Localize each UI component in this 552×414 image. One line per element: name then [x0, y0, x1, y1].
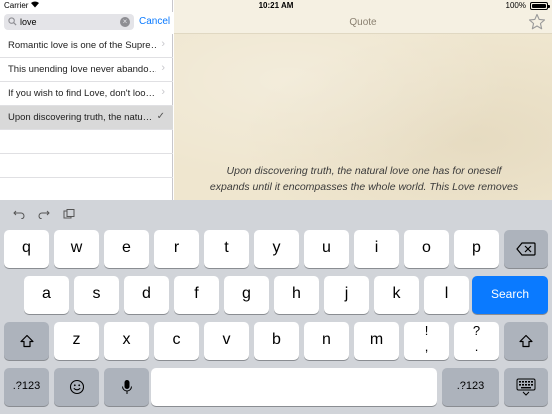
microphone-icon	[121, 380, 132, 394]
key-c[interactable]: c	[154, 322, 199, 360]
shift-key-right[interactable]	[504, 322, 548, 360]
shift-icon	[19, 334, 34, 348]
list-item-label: This unending love never abando…	[8, 64, 156, 75]
key-bottom-label: ,	[424, 339, 429, 354]
keyboard-dismiss-icon	[516, 378, 536, 396]
list-item-label: Upon discovering truth, the natu…	[8, 112, 153, 123]
quote-line: expands until it encompasses the whole w…	[209, 181, 519, 193]
key-w[interactable]: w	[54, 230, 99, 268]
search-input[interactable]	[20, 14, 120, 30]
search-key[interactable]: Search	[472, 276, 548, 314]
dictation-key[interactable]	[104, 368, 149, 406]
results-list: Romantic love is one of the Supre… › Thi…	[0, 34, 173, 178]
chevron-right-icon: ›	[161, 86, 165, 98]
backspace-icon	[516, 242, 536, 256]
key-top-label: !	[424, 323, 429, 338]
paste-icon[interactable]	[63, 209, 75, 219]
key-b[interactable]: b	[254, 322, 299, 360]
numbers-key-right[interactable]: .?123	[442, 368, 499, 406]
shift-key-left[interactable]	[4, 322, 49, 360]
key-z[interactable]: z	[54, 322, 99, 360]
key-i[interactable]: i	[354, 230, 399, 268]
chevron-right-icon: ›	[161, 38, 165, 50]
clock: 10:21 AM	[258, 1, 294, 10]
search-icon	[8, 17, 17, 26]
list-item-selected[interactable]: Upon discovering truth, the natu… ✓	[0, 106, 173, 130]
battery-icon	[530, 2, 550, 10]
key-v[interactable]: v	[204, 322, 249, 360]
key-t[interactable]: t	[204, 230, 249, 268]
chevron-right-icon: ›	[161, 62, 165, 74]
key-m[interactable]: m	[354, 322, 399, 360]
list-item[interactable]: This unending love never abando… ›	[0, 58, 173, 82]
key-top-label: ?	[472, 323, 481, 338]
list-item-label: Romantic love is one of the Supre…	[8, 40, 156, 51]
key-exclaim-comma[interactable]: ! ,	[404, 322, 449, 360]
detail-pane: Quote Upon discovering truth, the natura…	[174, 0, 552, 200]
key-x[interactable]: x	[104, 322, 149, 360]
quote-text: Upon discovering truth, the natural love…	[194, 163, 534, 195]
keyboard: q w e r t y u i o p a s d f g h j k l Se…	[0, 200, 552, 414]
search-bar: × Cancel	[0, 12, 173, 34]
key-h[interactable]: h	[274, 276, 319, 314]
key-r[interactable]: r	[154, 230, 199, 268]
clear-icon[interactable]: ×	[120, 17, 130, 27]
quote-line: Upon discovering truth, the natural love…	[226, 165, 502, 177]
empty-row	[0, 130, 173, 154]
shift-icon	[519, 334, 533, 348]
key-y[interactable]: y	[254, 230, 299, 268]
key-d[interactable]: d	[124, 276, 169, 314]
list-item[interactable]: Romantic love is one of the Supre… ›	[0, 34, 173, 58]
key-n[interactable]: n	[304, 322, 349, 360]
dismiss-keyboard-key[interactable]	[504, 368, 548, 406]
key-k[interactable]: k	[374, 276, 419, 314]
list-item[interactable]: If you wish to find Love, don't loo… ›	[0, 82, 173, 106]
battery-percent: 100%	[505, 1, 526, 10]
star-icon[interactable]	[528, 13, 546, 31]
key-o[interactable]: o	[404, 230, 449, 268]
key-f[interactable]: f	[174, 276, 219, 314]
checkmark-icon: ✓	[156, 111, 165, 122]
status-bar: Carrier 10:21 AM 100%	[0, 0, 552, 12]
key-e[interactable]: e	[104, 230, 149, 268]
key-q[interactable]: q	[4, 230, 49, 268]
empty-row	[0, 154, 173, 178]
page-title: Quote	[349, 17, 377, 28]
key-p[interactable]: p	[454, 230, 499, 268]
key-j[interactable]: j	[324, 276, 369, 314]
cancel-button[interactable]: Cancel	[139, 16, 170, 27]
delete-key[interactable]	[504, 230, 548, 268]
key-u[interactable]: u	[304, 230, 349, 268]
screen: Carrier 10:21 AM 100% × Cancel Romantic …	[0, 0, 552, 414]
undo-icon[interactable]	[13, 209, 25, 219]
key-bottom-label: .	[474, 339, 479, 354]
space-bar[interactable]	[151, 368, 437, 406]
keyboard-toolbar	[0, 200, 552, 226]
list-item-label: If you wish to find Love, don't loo…	[8, 88, 156, 99]
key-g[interactable]: g	[224, 276, 269, 314]
search-field[interactable]: ×	[4, 14, 134, 30]
redo-icon[interactable]	[38, 209, 50, 219]
emoji-icon	[69, 379, 84, 395]
key-l[interactable]: l	[424, 276, 469, 314]
key-s[interactable]: s	[74, 276, 119, 314]
numbers-key-left[interactable]: .?123	[4, 368, 49, 406]
key-question-period[interactable]: ? .	[454, 322, 499, 360]
emoji-key[interactable]	[54, 368, 99, 406]
key-a[interactable]: a	[24, 276, 69, 314]
